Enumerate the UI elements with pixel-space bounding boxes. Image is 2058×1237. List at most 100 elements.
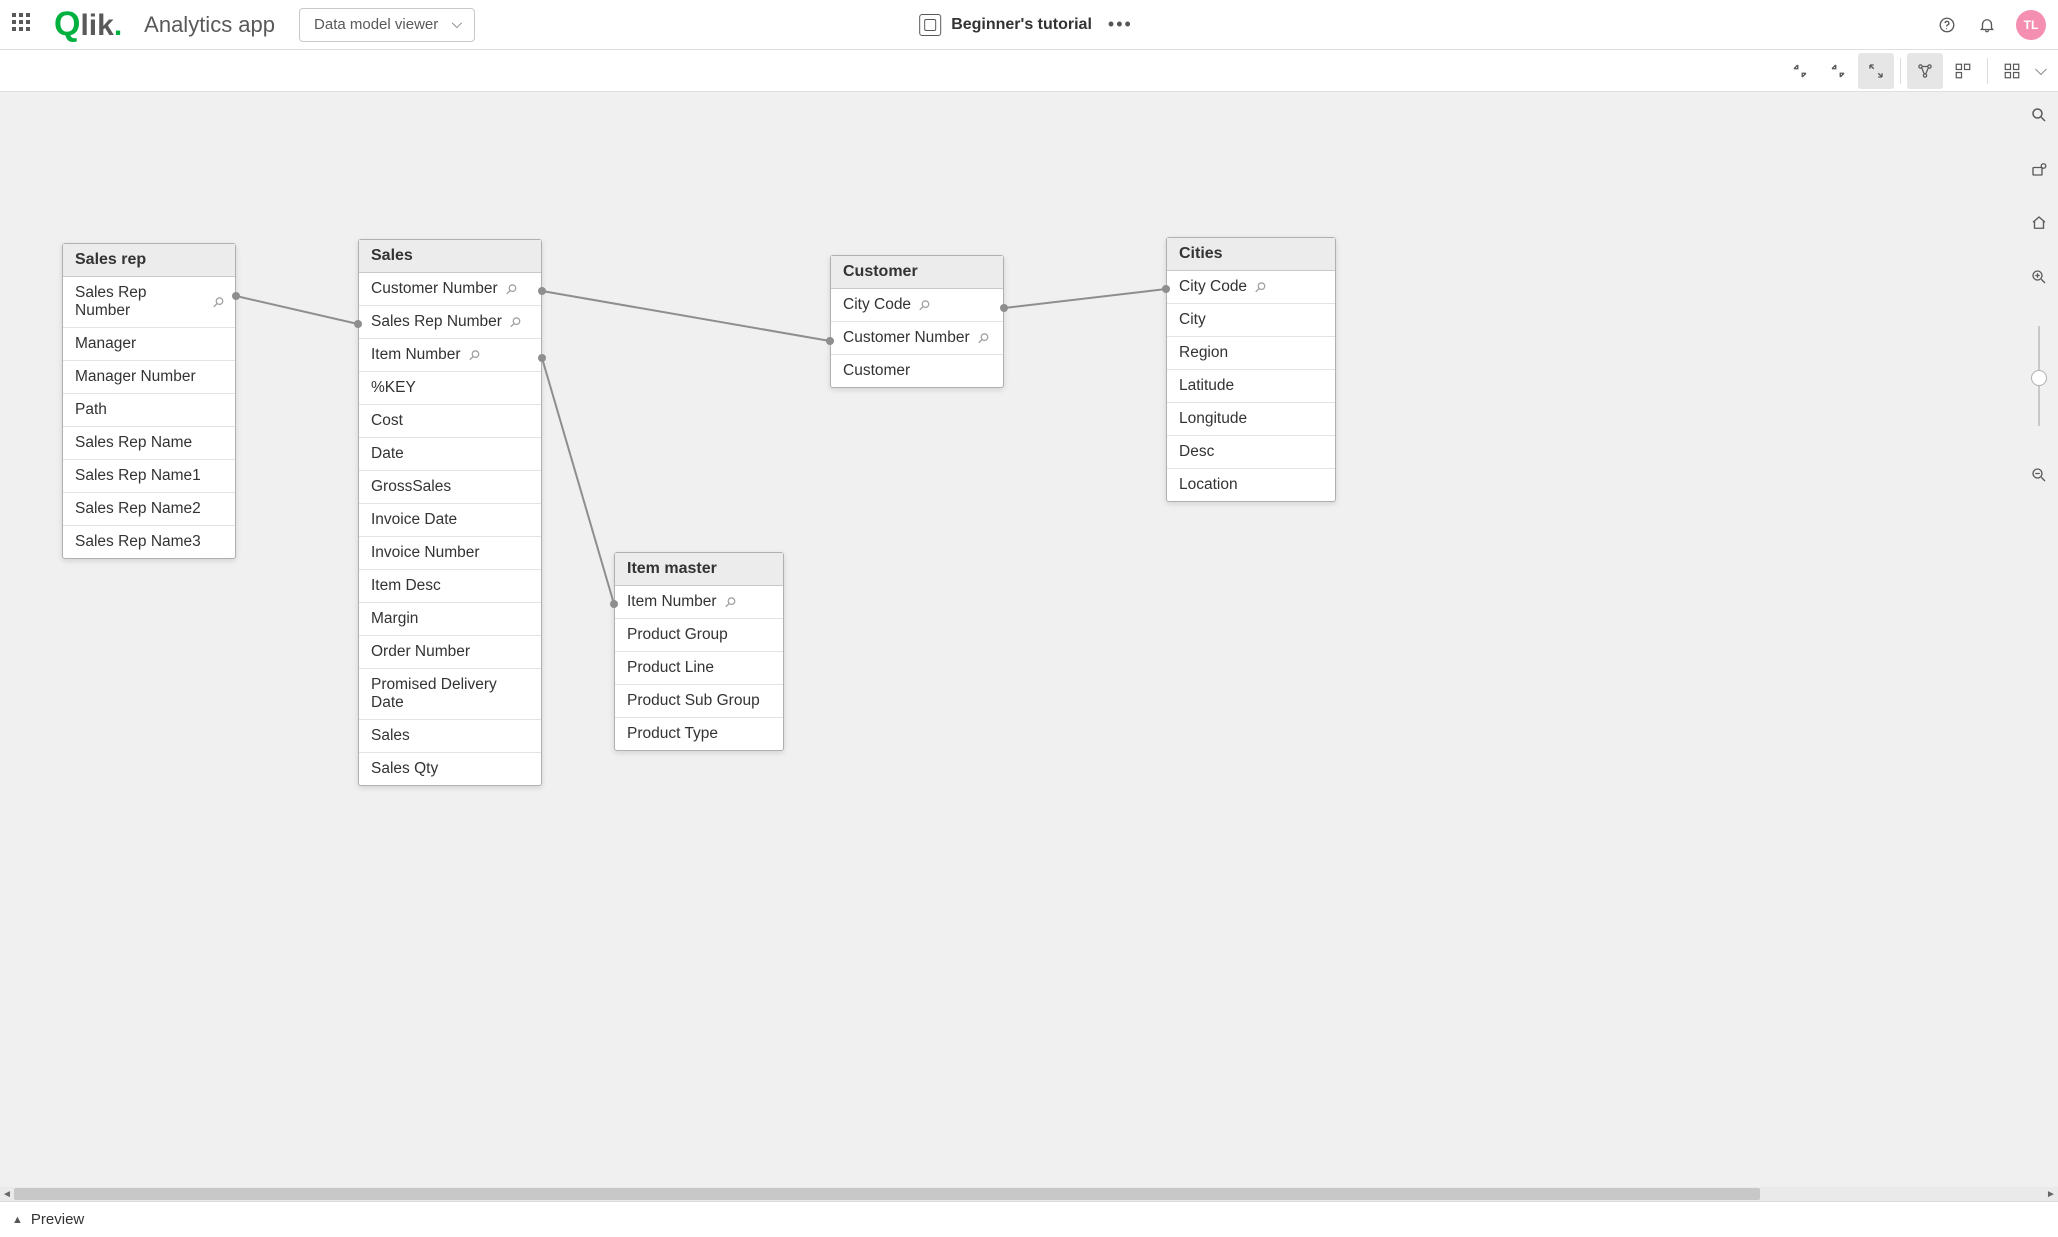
table-field[interactable]: Item Number⚲ <box>359 339 541 372</box>
field-label: Invoice Number <box>371 544 480 562</box>
table-field[interactable]: Path <box>63 394 235 427</box>
source-table-view-button[interactable] <box>1945 53 1981 89</box>
key-icon: ⚲ <box>973 328 992 347</box>
toolbar-separator <box>1900 58 1901 84</box>
field-label: Product Group <box>627 626 728 644</box>
table-field[interactable]: Date <box>359 438 541 471</box>
table-field[interactable]: Promised Delivery Date <box>359 669 541 720</box>
table-field[interactable]: Item Desc <box>359 570 541 603</box>
table-cities[interactable]: CitiesCity Code⚲CityRegionLatitude Longit… <box>1166 237 1336 502</box>
table-field[interactable]: Location <box>1167 469 1335 501</box>
table-field[interactable]: Longitude <box>1167 403 1335 436</box>
field-label: %KEY <box>371 379 416 397</box>
table-field[interactable]: Sales Rep Number⚲ <box>359 306 541 339</box>
field-label: Product Type <box>627 725 718 743</box>
internal-table-view-button[interactable] <box>1907 53 1943 89</box>
view-selector-dropdown[interactable]: Data model viewer <box>299 8 475 42</box>
table-header[interactable]: Customer <box>831 256 1003 289</box>
table-field[interactable]: Sales Rep Number⚲ <box>63 277 235 328</box>
table-field[interactable]: Desc <box>1167 436 1335 469</box>
table-field[interactable]: Sales Rep Name2 <box>63 493 235 526</box>
field-label: Sales Rep Name <box>75 434 192 452</box>
data-model-canvas[interactable]: Sales repSales Rep Number⚲ManagerManager… <box>0 92 2058 1201</box>
table-field[interactable]: City <box>1167 304 1335 337</box>
zoom-in-icon[interactable] <box>2028 266 2050 288</box>
search-icon[interactable] <box>2028 104 2050 126</box>
more-menu-button[interactable]: ••• <box>1102 10 1139 39</box>
table-field[interactable]: City Code⚲ <box>831 289 1003 322</box>
layout-menu-button[interactable] <box>1994 53 2030 89</box>
table-field[interactable]: Sales Rep Name <box>63 427 235 460</box>
app-launcher-icon[interactable] <box>12 13 36 37</box>
table-header[interactable]: Sales <box>359 240 541 273</box>
field-label: Customer <box>843 362 910 380</box>
app-name: Analytics app <box>144 12 275 38</box>
table-field[interactable]: Cost <box>359 405 541 438</box>
table-field[interactable]: GrossSales <box>359 471 541 504</box>
table-field[interactable]: Sales Rep Name3 <box>63 526 235 558</box>
home-zoom-icon[interactable] <box>2028 212 2050 234</box>
table-field[interactable]: Latitude <box>1167 370 1335 403</box>
zoom-slider-knob[interactable] <box>2031 370 2047 386</box>
table-field[interactable]: Sales Qty <box>359 753 541 785</box>
key-icon: ⚲ <box>915 295 934 314</box>
table-field[interactable]: Product Sub Group <box>615 685 783 718</box>
field-label: Order Number <box>371 643 470 661</box>
collapse-button[interactable] <box>1820 53 1856 89</box>
scroll-right-arrow[interactable]: ► <box>2044 1187 2058 1201</box>
canvas-horizontal-scrollbar[interactable]: ◄ ► <box>0 1187 2058 1201</box>
table-header[interactable]: Sales rep <box>63 244 235 277</box>
table-field[interactable]: Invoice Date <box>359 504 541 537</box>
expand-all-button[interactable] <box>1858 53 1894 89</box>
field-label: Longitude <box>1179 410 1247 428</box>
table-field[interactable]: Product Line <box>615 652 783 685</box>
table-field[interactable]: Customer Number⚲ <box>359 273 541 306</box>
table-field[interactable]: Product Type <box>615 718 783 750</box>
user-avatar[interactable]: TL <box>2016 10 2046 40</box>
table-field[interactable]: Order Number <box>359 636 541 669</box>
table-field[interactable]: Manager Number <box>63 361 235 394</box>
field-label: Sales Rep Number <box>75 284 205 320</box>
table-field[interactable]: Manager <box>63 328 235 361</box>
field-label: Manager <box>75 335 136 353</box>
table-field[interactable]: Invoice Number <box>359 537 541 570</box>
scroll-left-arrow[interactable]: ◄ <box>0 1187 14 1201</box>
table-field[interactable]: %KEY <box>359 372 541 405</box>
key-icon: ⚲ <box>505 312 524 331</box>
layout-menu-chevron-icon[interactable]: ⌵ <box>2032 53 2050 89</box>
table-field[interactable]: Margin <box>359 603 541 636</box>
table-header[interactable]: Cities <box>1167 238 1335 271</box>
collapse-all-button[interactable] <box>1782 53 1818 89</box>
table-field[interactable]: Customer Number⚲ <box>831 322 1003 355</box>
table-field[interactable]: Product Group <box>615 619 783 652</box>
preview-label: Preview <box>31 1211 84 1228</box>
help-icon[interactable] <box>1936 14 1958 36</box>
toolbar-separator <box>1987 58 1988 84</box>
table-header[interactable]: Item master <box>615 553 783 586</box>
table-field[interactable]: Customer <box>831 355 1003 387</box>
qlik-logo[interactable]: Qlik. <box>54 5 122 44</box>
field-label: Invoice Date <box>371 511 457 529</box>
preview-panel-header[interactable]: ▲ Preview <box>0 1201 2058 1237</box>
key-icon: ⚲ <box>464 345 483 364</box>
preview-collapse-icon[interactable]: ▲ <box>12 1214 23 1226</box>
notifications-icon[interactable] <box>1976 14 1998 36</box>
zoom-slider[interactable] <box>2038 326 2040 426</box>
table-sales[interactable]: SalesCustomer Number⚲Sales Rep Number⚲It… <box>358 239 542 786</box>
table-field[interactable]: Sales Rep Name1 <box>63 460 235 493</box>
table-customer[interactable]: CustomerCity Code⚲Customer Number⚲Custom… <box>830 255 1004 388</box>
zoom-out-icon[interactable] <box>2028 464 2050 486</box>
table-field[interactable]: Item Number⚲ <box>615 586 783 619</box>
scrollbar-thumb[interactable] <box>14 1188 1760 1200</box>
table-field[interactable]: City Code⚲ <box>1167 271 1335 304</box>
field-label: Manager Number <box>75 368 196 386</box>
table-itemmaster[interactable]: Item masterItem Number⚲ Product Group Prod… <box>614 552 784 751</box>
table-field[interactable]: Sales <box>359 720 541 753</box>
tutorial-title[interactable]: Beginner's tutorial <box>951 16 1092 34</box>
table-salesrep[interactable]: Sales repSales Rep Number⚲ Manager Manager… <box>62 243 236 559</box>
lock-layout-icon[interactable] <box>2028 158 2050 180</box>
field-label: City Code <box>843 296 911 314</box>
field-label: Path <box>75 401 107 419</box>
table-field[interactable]: Region <box>1167 337 1335 370</box>
breadcrumb-center: Beginner's tutorial ••• <box>919 10 1139 39</box>
